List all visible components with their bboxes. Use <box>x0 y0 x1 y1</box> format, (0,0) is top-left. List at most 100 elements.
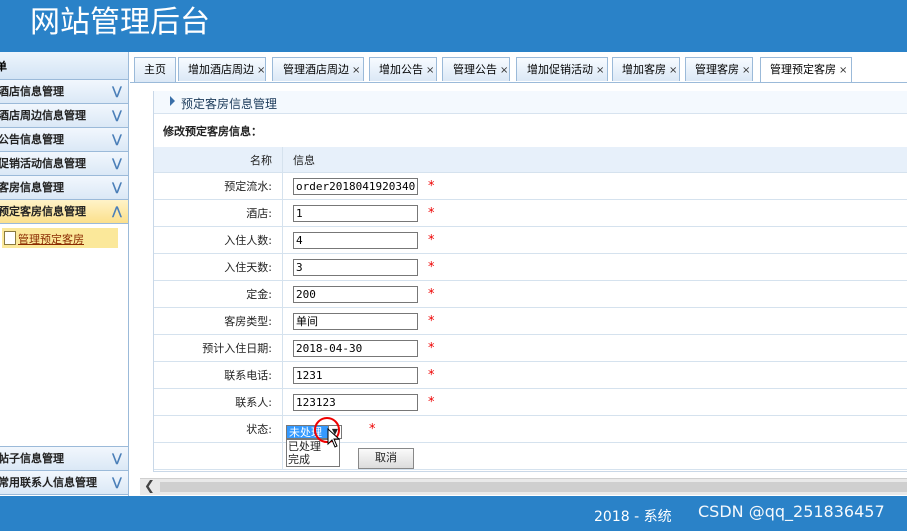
sidebar-subitem-manage-booking[interactable]: 管理预定客房 <box>2 228 118 248</box>
sidebar-item-hotel-around[interactable]: 酒店周边信息管理 ⋁ <box>0 104 128 128</box>
close-icon[interactable]: × <box>742 65 750 76</box>
table-row: 联系电话: * <box>154 361 907 389</box>
status-option[interactable]: 完成 <box>287 453 339 466</box>
panel-title: 预定客房信息管理 <box>181 97 278 111</box>
scroll-left-icon[interactable]: ❮ <box>144 479 155 494</box>
sidebar-item-promotion[interactable]: 促销活动信息管理 ⋁ <box>0 152 128 176</box>
tab-home[interactable]: 主页 <box>134 57 176 82</box>
phone-input[interactable] <box>293 366 418 384</box>
tab-add-room[interactable]: 增加客房 × <box>612 57 680 81</box>
table-row: 联系人: * <box>154 388 907 416</box>
field-label: 定金: <box>154 280 283 308</box>
footer-bar: 2018 - 系统 CSDN @qq_251836457 <box>0 496 907 531</box>
required-mark: * <box>428 340 435 356</box>
close-icon[interactable]: × <box>669 65 677 76</box>
triangle-right-icon <box>170 96 175 106</box>
tab-manage-room[interactable]: 管理客房 × <box>685 57 753 81</box>
tab-bar: 主页 增加酒店周边 × 管理酒店周边 × 增加公告 × 管理公告 × 增加促销活动 × 增… <box>130 57 907 83</box>
sidebar-item-label: 预定客房信息管理 <box>0 205 86 218</box>
sidebar-item-label: 促销活动信息管理 <box>0 157 86 170</box>
required-mark: * <box>428 178 435 194</box>
table-row: 预计入住日期: * <box>154 334 907 362</box>
double-chevron-down-icon: ⋁ <box>111 180 122 194</box>
deposit-input[interactable] <box>293 285 418 303</box>
table-row: 定金: * <box>154 280 907 308</box>
double-chevron-down-icon: ⋁ <box>111 108 122 122</box>
required-mark: * <box>428 313 435 329</box>
site-title: 网站管理后台 <box>30 5 210 40</box>
close-icon[interactable]: × <box>596 65 604 76</box>
field-label: 状态: <box>154 415 283 443</box>
table-row: 入住人数: * <box>154 226 907 254</box>
tab-label: 增加公告 <box>379 63 423 76</box>
field-label: 客房类型: <box>154 307 283 335</box>
edit-form-table: 名称 信息 预定流水: * 酒店: * 入住人数: * 入住天数: * 定金: … <box>154 147 907 470</box>
column-header-name: 名称 <box>154 147 283 173</box>
close-icon[interactable]: × <box>352 65 360 76</box>
required-mark: * <box>428 259 435 275</box>
sidebar-header: 单 <box>0 52 128 80</box>
double-chevron-down-icon: ⋁ <box>111 84 122 98</box>
sidebar-item-label: 帖子信息管理 <box>0 452 64 465</box>
guest-count-input[interactable] <box>293 231 418 249</box>
cancel-button[interactable]: 取消 <box>358 448 414 469</box>
tab-label: 管理客房 <box>695 63 739 76</box>
contact-input[interactable] <box>293 393 418 411</box>
scrollbar-thumb[interactable] <box>160 482 907 492</box>
sidebar-item-label: 客房信息管理 <box>0 181 64 194</box>
tab-label: 管理酒店周边 <box>283 63 349 76</box>
sidebar-item-booking[interactable]: 预定客房信息管理 ⋀ <box>0 200 128 224</box>
close-icon[interactable]: × <box>426 65 434 76</box>
required-mark: * <box>428 205 435 221</box>
double-chevron-down-icon: ⋁ <box>111 451 122 465</box>
mouse-pointer-icon <box>327 428 341 448</box>
hotel-input[interactable] <box>293 204 418 222</box>
close-icon[interactable]: × <box>839 65 847 76</box>
sidebar-item-hotel[interactable]: 酒店信息管理 ⋁ <box>0 80 128 104</box>
table-row: 客房类型: * <box>154 307 907 335</box>
tab-label: 增加酒店周边 <box>188 63 254 76</box>
double-chevron-down-icon: ⋁ <box>111 132 122 146</box>
field-label: 联系人: <box>154 388 283 416</box>
checkin-date-input[interactable] <box>293 339 418 357</box>
sidebar-item-room[interactable]: 客房信息管理 ⋁ <box>0 176 128 200</box>
sidebar-item-label: 公告信息管理 <box>0 133 64 146</box>
tab-manage-hotel-around[interactable]: 管理酒店周边 × <box>272 57 364 81</box>
sidebar-item-post[interactable]: 帖子信息管理 ⋁ <box>0 446 128 471</box>
form-subtitle: 修改预定客房信息： <box>163 125 262 138</box>
close-icon[interactable]: × <box>500 65 508 76</box>
watermark-text: CSDN @qq_251836457 <box>698 502 885 521</box>
tab-label: 增加客房 <box>622 63 666 76</box>
horizontal-scrollbar[interactable]: ❮ <box>140 478 907 495</box>
table-row: 酒店: * <box>154 199 907 227</box>
tab-manage-notice[interactable]: 管理公告 × <box>442 57 510 81</box>
footer-system-text: 2018 - 系统 <box>594 509 672 525</box>
tab-add-promotion[interactable]: 增加促销活动 × <box>516 57 608 81</box>
room-type-input[interactable] <box>293 312 418 330</box>
sidebar-item-label: 常用联系人信息管理 <box>0 476 97 489</box>
close-icon[interactable]: × <box>257 65 265 76</box>
order-number-input[interactable] <box>293 177 418 195</box>
tab-add-hotel-around[interactable]: 增加酒店周边 × <box>178 57 266 81</box>
column-header-info: 信息 <box>282 147 907 173</box>
field-label: 预计入住日期: <box>154 334 283 362</box>
field-label: 酒店: <box>154 199 283 227</box>
stay-days-input[interactable] <box>293 258 418 276</box>
field-label: 入住人数: <box>154 226 283 254</box>
sidebar-item-label: 酒店周边信息管理 <box>0 109 86 122</box>
required-mark: * <box>428 367 435 383</box>
tab-add-notice[interactable]: 增加公告 × <box>369 57 437 81</box>
sidebar-subitem-label[interactable]: 管理预定客房 <box>18 231 84 247</box>
sidebar-item-contact[interactable]: 常用联系人信息管理 ⋁ <box>0 471 128 495</box>
table-row: 预定流水: * <box>154 172 907 200</box>
tab-manage-booking[interactable]: 管理预定客房 × <box>760 57 852 82</box>
panel-header: 预定客房信息管理 <box>154 91 907 114</box>
tab-label: 管理预定客房 <box>770 63 836 76</box>
required-mark: * <box>428 286 435 302</box>
tab-label: 主页 <box>144 63 166 76</box>
table-row: 状态: * <box>154 415 907 443</box>
sidebar-item-label: 酒店信息管理 <box>0 85 64 98</box>
table-row: 入住天数: * <box>154 253 907 281</box>
field-label: 入住天数: <box>154 253 283 281</box>
sidebar-item-notice[interactable]: 公告信息管理 ⋁ <box>0 128 128 152</box>
